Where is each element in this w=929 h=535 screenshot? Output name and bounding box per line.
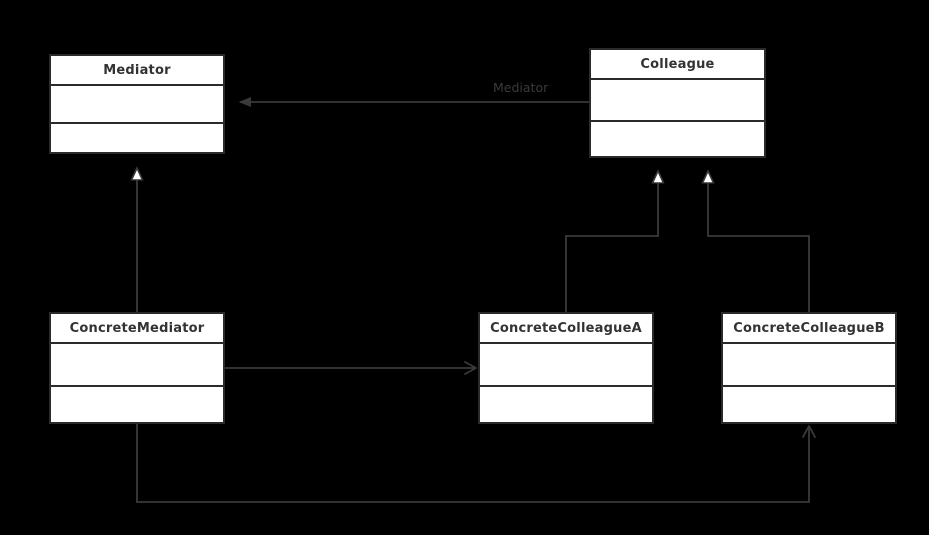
edge-concretecolleaguea-to-colleague[interactable] bbox=[565, 171, 658, 312]
class-attributes-mediator bbox=[51, 86, 223, 124]
uml-class-concretecolleagueb[interactable]: ConcreteColleagueB bbox=[721, 312, 897, 424]
class-operations-concretecolleagueb bbox=[723, 387, 895, 422]
class-attributes-concretecolleagueb bbox=[723, 344, 895, 387]
class-name-mediator: Mediator bbox=[51, 56, 223, 86]
class-name-colleague: Colleague bbox=[591, 50, 764, 80]
class-operations-mediator bbox=[51, 124, 223, 152]
class-name-concretecolleagueb: ConcreteColleagueB bbox=[723, 314, 895, 344]
class-operations-concretemediator bbox=[51, 387, 223, 422]
class-attributes-concretecolleaguea bbox=[480, 344, 652, 387]
class-name-concretecolleaguea: ConcreteColleagueA bbox=[480, 314, 652, 344]
uml-class-diagram: Mediator (association w/ filled triangle… bbox=[0, 0, 929, 535]
edge-label-mediator: Mediator bbox=[493, 80, 549, 95]
uml-class-concretemediator[interactable]: ConcreteMediator bbox=[49, 312, 225, 424]
edge-concretemediator-to-concretecolleagueb[interactable] bbox=[136, 424, 816, 503]
uml-class-colleague[interactable]: Colleague bbox=[589, 48, 766, 158]
uml-class-mediator[interactable]: Mediator bbox=[49, 54, 225, 154]
edge-concretecolleagueb-to-colleague[interactable] bbox=[708, 171, 810, 312]
uml-class-concretecolleaguea[interactable]: ConcreteColleagueA bbox=[478, 312, 654, 424]
class-attributes-colleague bbox=[591, 80, 764, 122]
class-operations-colleague bbox=[591, 122, 764, 156]
class-name-concretemediator: ConcreteMediator bbox=[51, 314, 223, 344]
class-operations-concretecolleaguea bbox=[480, 387, 652, 422]
class-attributes-concretemediator bbox=[51, 344, 223, 387]
